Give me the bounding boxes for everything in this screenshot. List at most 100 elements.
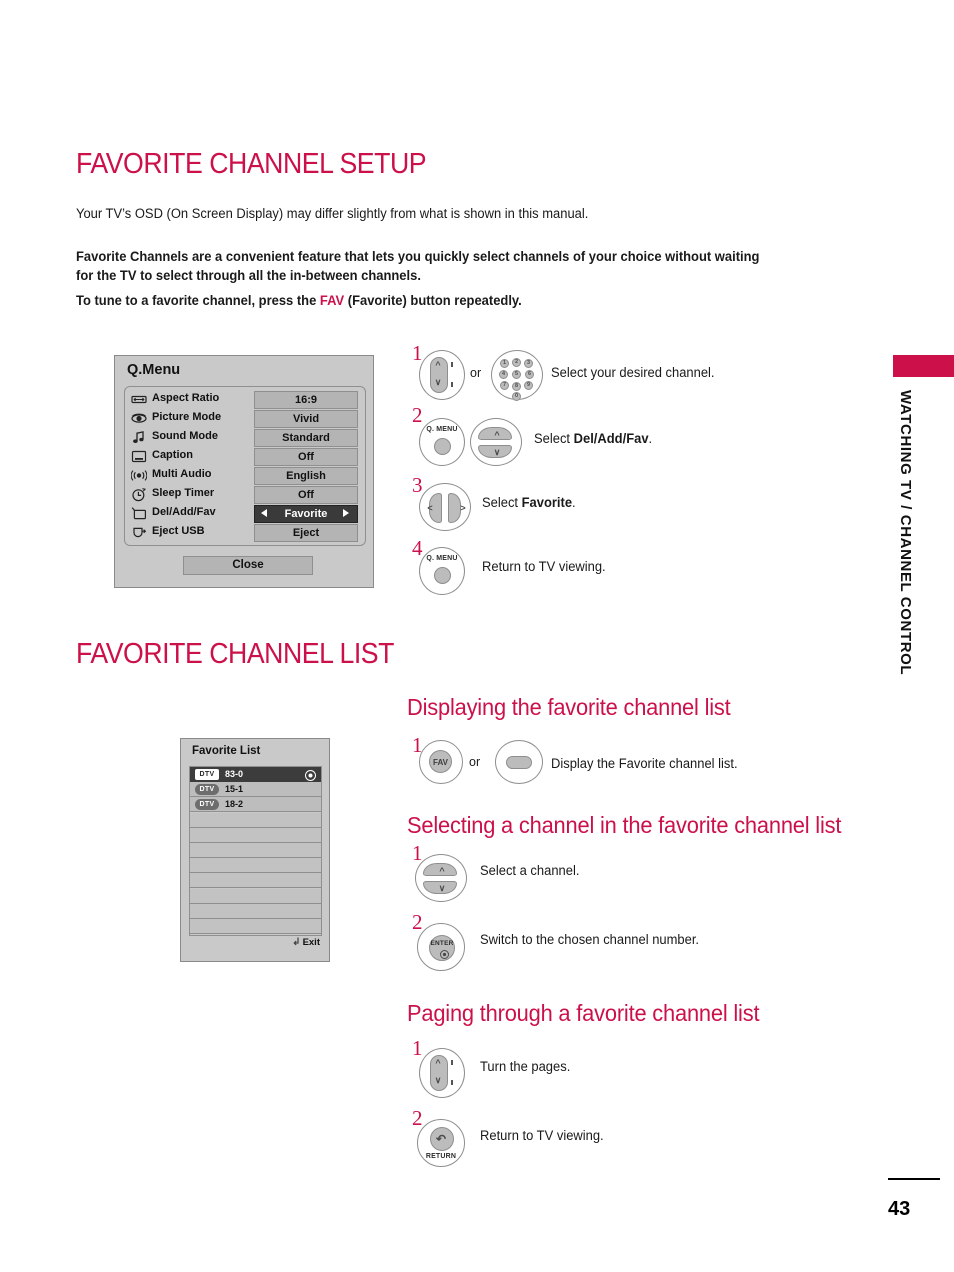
favorite-marked-icon <box>305 770 316 781</box>
qmenu-row-value[interactable]: 16:9 <box>254 391 358 409</box>
favorite-list-osd-panel: Favorite List DTV 83-0 DTV 15-1 DTV 18-2 ↲ Exi… <box>180 738 330 962</box>
step-number-3-setup: 3 <box>412 473 423 497</box>
qmenu-row-sleep-timer[interactable]: Sleep Timer Off <box>125 485 365 504</box>
sleep-timer-icon <box>131 487 147 502</box>
q-menu-key-label: Q. MENU <box>426 426 458 433</box>
subheading-selecting: Selecting a channel in the favorite chan… <box>407 812 842 838</box>
qmenu-row-label: Aspect Ratio <box>152 392 220 404</box>
qmenu-row-value[interactable]: Off <box>254 486 358 504</box>
multi-audio-icon <box>130 468 148 483</box>
return-arrow-icon: ↲ <box>292 937 301 948</box>
page-number-rule <box>888 1178 940 1180</box>
favorite-list-row[interactable]: DTV 15-1 <box>190 782 321 798</box>
step-number-2-paging: 2 <box>412 1106 423 1130</box>
favorite-list-empty-row <box>190 888 321 904</box>
qmenu-row-value[interactable]: Vivid <box>254 410 358 428</box>
qmenu-row-label: Eject USB <box>152 525 205 537</box>
return-key-label: RETURN <box>425 1153 457 1160</box>
page-title-favorite-channel-list: FAVORITE CHANNEL LIST <box>76 638 394 670</box>
fav-key[interactable]: FAV <box>419 740 463 784</box>
up-down-arc-key-selecting[interactable]: ^ ∨ <box>415 854 467 902</box>
step-text-1-paging: Turn the pages. <box>480 1059 571 1074</box>
favorite-list-empty-row <box>190 873 321 889</box>
favorite-list-empty-row <box>190 843 321 858</box>
page-title-favorite-channel-setup: FAVORITE CHANNEL SETUP <box>76 148 427 180</box>
chapter-tab-label: WATCHING TV / CHANNEL CONTROL <box>897 390 914 676</box>
dtv-badge: DTV <box>195 784 219 796</box>
sound-mode-icon <box>131 430 147 445</box>
subheading-paging: Paging through a favorite channel list <box>407 1000 760 1026</box>
step-number-2-setup: 2 <box>412 403 423 427</box>
numeric-keypad-key[interactable]: 1 2 3 4 5 6 7 8 9 0 <box>491 350 543 401</box>
eject-usb-icon <box>131 525 147 540</box>
intro-line-3-pre: To tune to a favorite channel, press the <box>76 293 320 308</box>
qmenu-row-caption[interactable]: Caption Off <box>125 447 365 466</box>
step-text-1-setup: Select your desired channel. <box>551 365 715 380</box>
step-text-3-setup: Select Favorite. <box>482 495 576 510</box>
favorite-list-title: Favorite List <box>192 745 261 757</box>
favorite-list-empty-row <box>190 858 321 874</box>
favorite-list-row[interactable]: DTV 83-0 <box>190 767 321 782</box>
subheading-displaying: Displaying the favorite channel list <box>407 694 731 720</box>
qmenu-row-value[interactable]: Eject <box>254 524 358 542</box>
favorite-list-channel-number: 18-2 <box>225 799 244 810</box>
channel-rocker-key[interactable]: ^ ∨ <box>419 350 465 400</box>
enter-target-icon <box>440 950 449 959</box>
aspect-ratio-icon <box>131 392 147 407</box>
qmenu-row-eject-usb[interactable]: Eject USB Eject <box>125 523 365 542</box>
chevron-right-icon[interactable] <box>343 509 349 517</box>
enter-key-label: ENTER <box>430 940 454 947</box>
favorite-list-empty-row <box>190 919 321 934</box>
manual-page: WATCHING TV / CHANNEL CONTROL 43 FAVORIT… <box>0 0 954 1272</box>
step-text-4-setup: Return to TV viewing. <box>482 559 606 574</box>
qmenu-row-label: Caption <box>152 449 193 461</box>
step-text-2-paging: Return to TV viewing. <box>480 1128 604 1143</box>
oval-key[interactable] <box>495 740 543 784</box>
chevron-left-icon[interactable] <box>261 509 267 517</box>
qmenu-item-list: Aspect Ratio 16:9 Picture Mode Vivid Sound M… <box>124 386 366 546</box>
return-key[interactable]: ↶ RETURN <box>417 1119 465 1167</box>
picture-mode-icon <box>131 411 147 426</box>
del-add-fav-icon <box>131 506 147 521</box>
favorite-list-row[interactable]: DTV 18-2 <box>190 797 321 813</box>
step-text-1-displaying: Display the Favorite channel list. <box>551 756 738 771</box>
qmenu-osd-panel: Q.Menu Aspect Ratio 16:9 Picture Mode Vivid… <box>114 355 374 588</box>
step-text-2-selecting: Switch to the chosen channel number. <box>480 932 700 947</box>
intro-line-1: Favorite Channels are a convenient featu… <box>76 249 760 264</box>
favorite-list-exit-hint[interactable]: ↲ Exit <box>292 937 320 948</box>
qmenu-row-value[interactable]: Off <box>254 448 358 466</box>
chapter-tab-marker <box>893 355 954 377</box>
intro-line-2: for the TV to select through all the in-… <box>76 268 421 283</box>
caption-icon <box>131 449 147 464</box>
qmenu-row-multi-audio[interactable]: Multi Audio English <box>125 466 365 485</box>
favorite-list-channel-number: 15-1 <box>225 784 244 795</box>
qmenu-row-value[interactable]: Standard <box>254 429 358 447</box>
qmenu-row-value[interactable]: English <box>254 467 358 485</box>
fav-key-label: FAV <box>429 750 452 773</box>
qmenu-row-aspect-ratio[interactable]: Aspect Ratio 16:9 <box>125 390 365 409</box>
q-menu-key-step4[interactable]: Q. MENU <box>419 547 465 595</box>
qmenu-close-button[interactable]: Close <box>183 556 313 575</box>
qmenu-row-label: Picture Mode <box>152 411 222 423</box>
channel-rocker-key-paging[interactable]: ^ ∨ <box>419 1048 465 1098</box>
qmenu-row-picture-mode[interactable]: Picture Mode Vivid <box>125 409 365 428</box>
qmenu-row-label: Sound Mode <box>152 430 218 442</box>
q-menu-key-step2[interactable]: Q. MENU <box>419 418 465 466</box>
step-number-1-paging: 1 <box>412 1036 423 1060</box>
left-right-arc-key-step3[interactable]: < > <box>419 483 471 531</box>
intro-line-3: To tune to a favorite channel, press the… <box>76 291 834 310</box>
step-text-1-selecting: Select a channel. <box>480 863 580 878</box>
intro-line-3-post: (Favorite) button repeatedly. <box>344 293 522 308</box>
step-number-2-selecting: 2 <box>412 910 423 934</box>
favorite-list-exit-label: Exit <box>302 937 320 948</box>
qmenu-row-sound-mode[interactable]: Sound Mode Standard <box>125 428 365 447</box>
dtv-badge: DTV <box>195 799 219 811</box>
q-menu-key-label-2: Q. MENU <box>426 555 458 562</box>
step-text-2-setup: Select Del/Add/Fav. <box>534 431 653 446</box>
return-arrow-glyph-icon: ↶ <box>436 1132 447 1146</box>
favorite-list-rows: DTV 83-0 DTV 15-1 DTV 18-2 <box>189 766 322 936</box>
favorite-list-empty-row <box>190 903 321 919</box>
up-down-arc-key-step2[interactable]: ^ ∨ <box>470 418 522 466</box>
enter-key[interactable]: ENTER <box>417 923 465 971</box>
qmenu-row-del-add-fav[interactable]: Del/Add/Fav Favorite <box>125 504 365 523</box>
